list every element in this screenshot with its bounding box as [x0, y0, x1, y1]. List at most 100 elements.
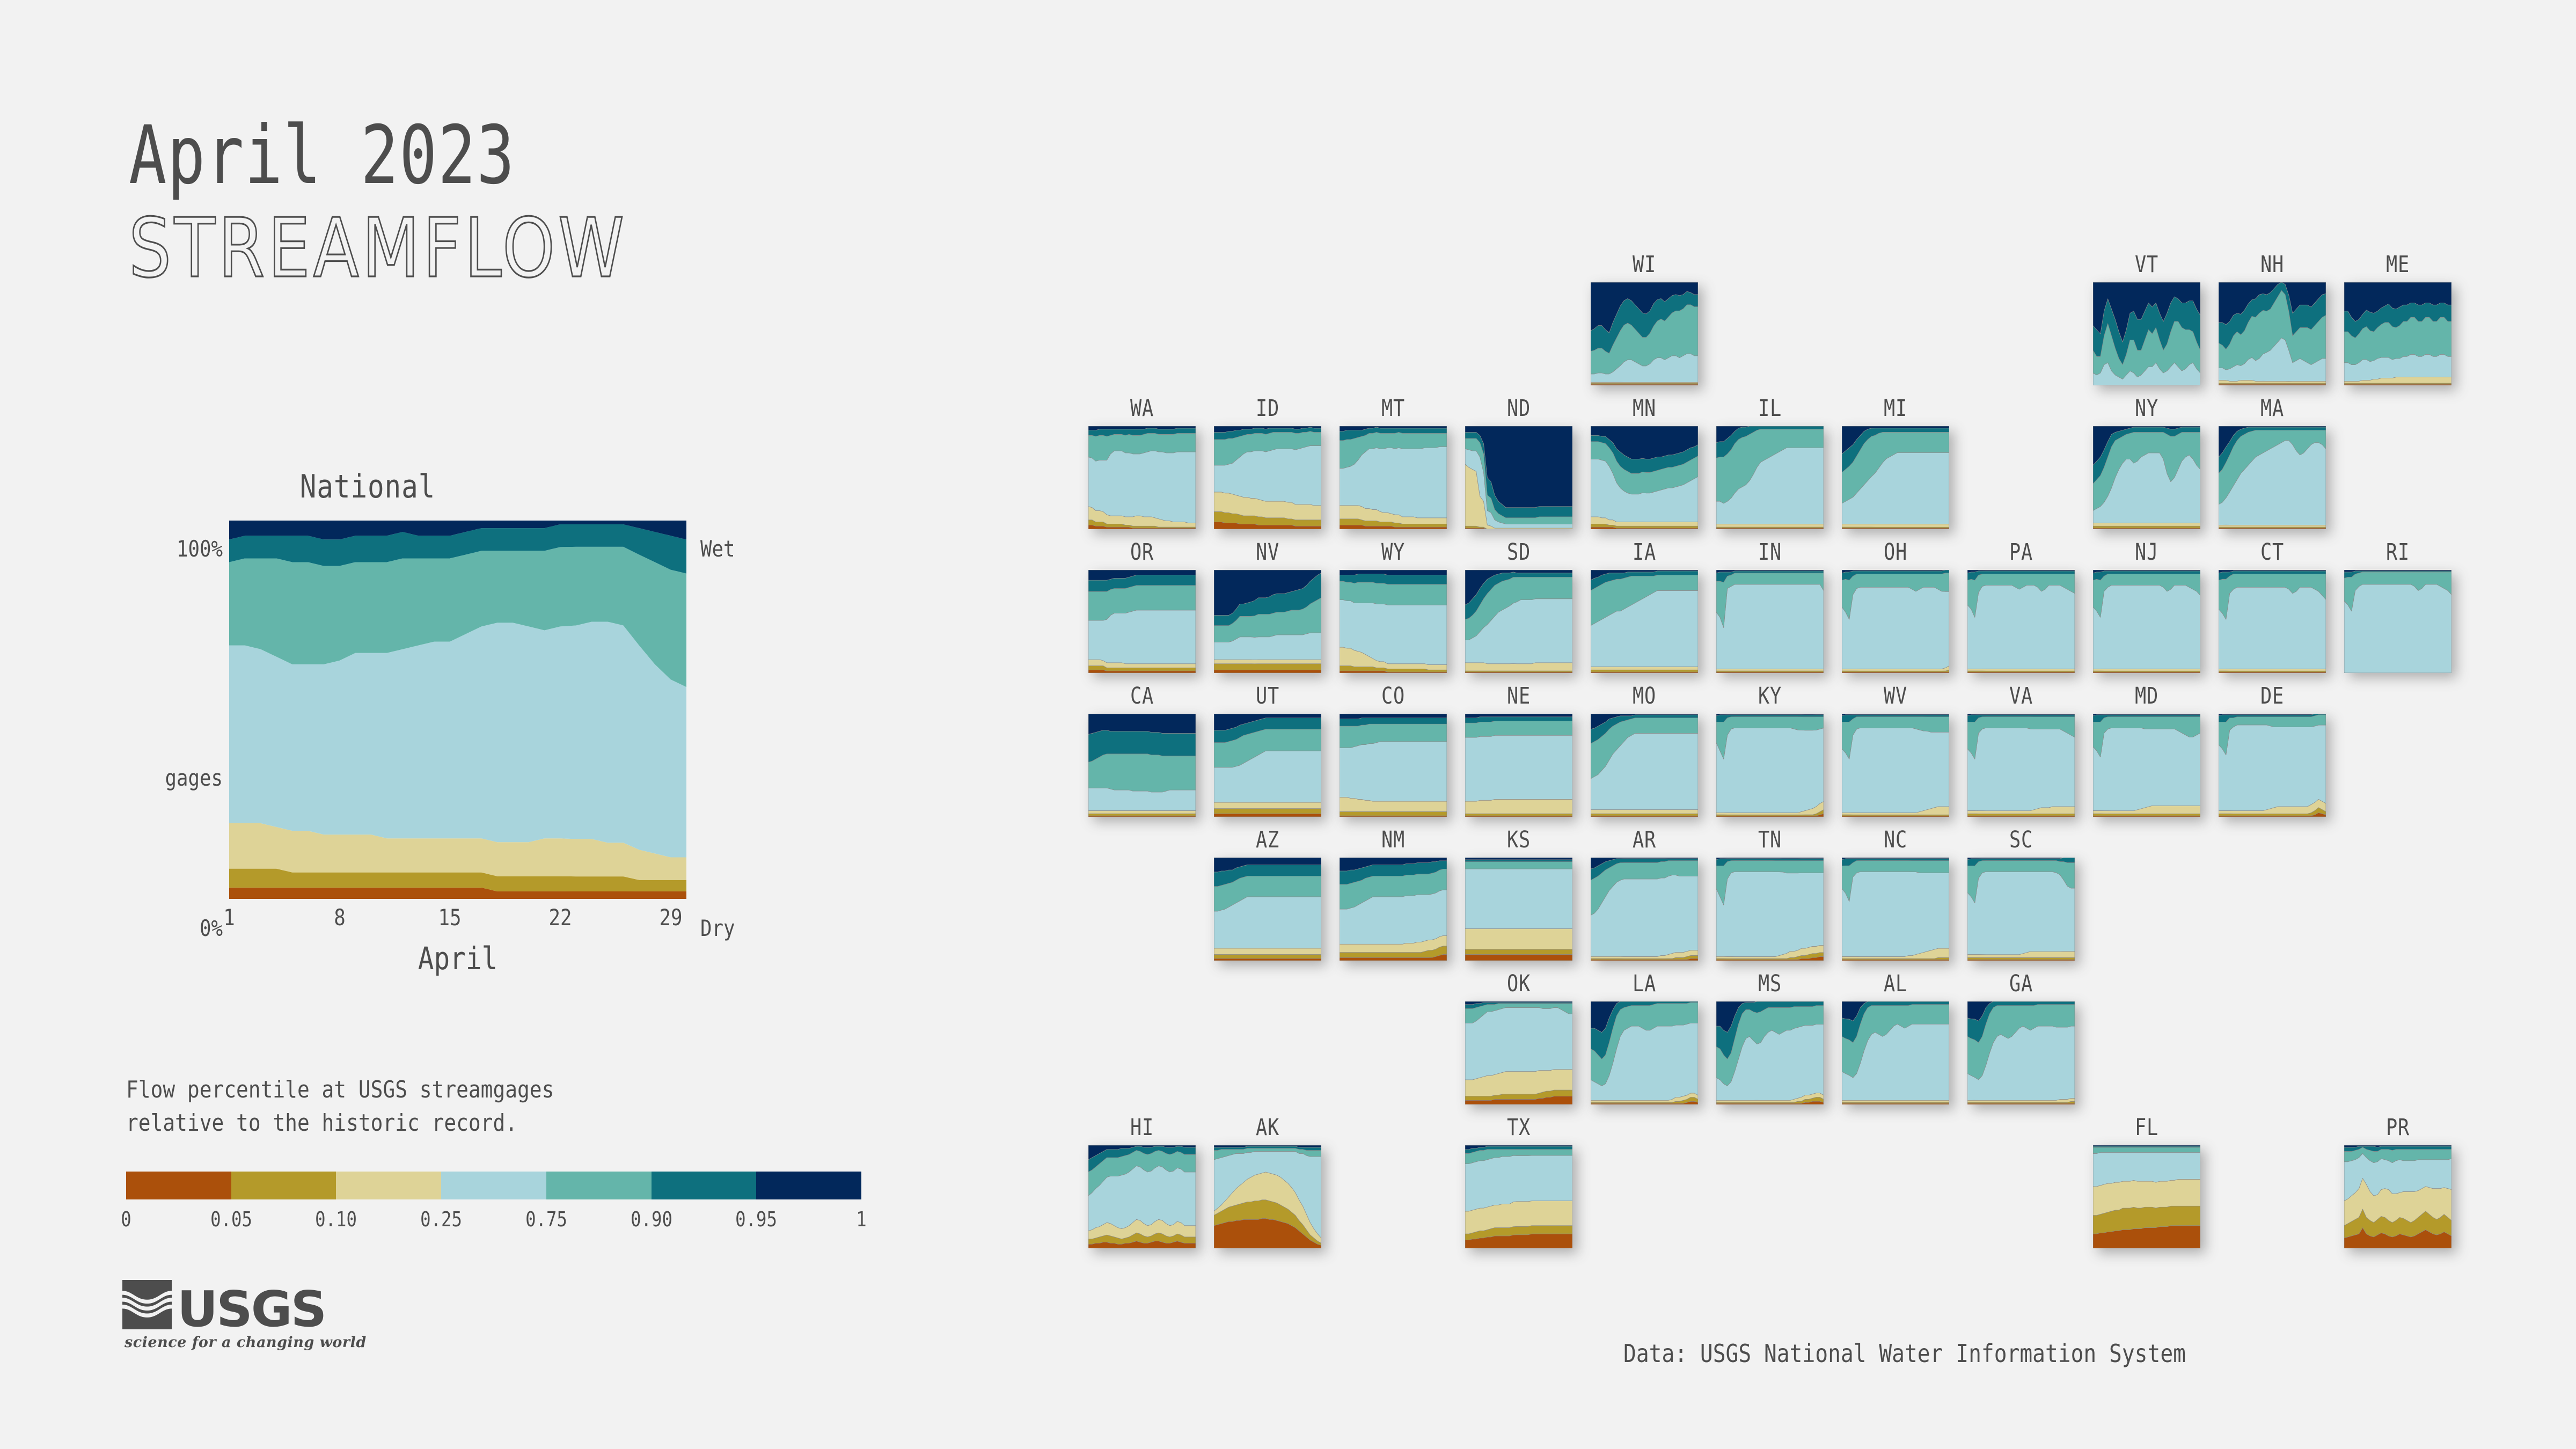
state-tile-fl[interactable]: FL — [2093, 1114, 2200, 1248]
state-tile-label-hi: HI — [1130, 1114, 1154, 1141]
state-tile-tx[interactable]: TX — [1465, 1114, 1572, 1248]
state-tile-chart-mo — [1591, 714, 1698, 817]
state-tile-label-wi: WI — [1632, 251, 1657, 278]
state-tile-label-co: CO — [1381, 683, 1406, 709]
state-tile-label-nv: NV — [1255, 539, 1280, 566]
state-tile-label-pa: PA — [2009, 539, 2033, 566]
state-tile-or[interactable]: OR — [1088, 539, 1196, 673]
state-tile-label-id: ID — [1255, 395, 1280, 422]
state-tile-chart-ok — [1465, 1001, 1572, 1104]
state-tile-co[interactable]: CO — [1340, 683, 1447, 817]
state-tile-chart-mn — [1591, 426, 1698, 529]
state-tile-sc[interactable]: SC — [1967, 826, 2075, 961]
state-tile-de[interactable]: DE — [2219, 683, 2326, 817]
state-tile-wy[interactable]: WY — [1340, 539, 1447, 673]
state-tile-ok[interactable]: OK — [1465, 970, 1572, 1104]
state-tile-chart-mt — [1340, 426, 1447, 529]
state-tile-ma[interactable]: MA — [2219, 395, 2326, 529]
state-tile-wa[interactable]: WA — [1088, 395, 1196, 529]
state-tile-il[interactable]: IL — [1716, 395, 1824, 529]
state-tile-label-ga: GA — [2009, 970, 2033, 997]
state-tile-pa[interactable]: PA — [1967, 539, 2075, 673]
state-tile-label-la: LA — [1632, 970, 1657, 997]
state-tile-label-va: VA — [2009, 683, 2033, 709]
state-tile-chart-ny — [2093, 426, 2200, 529]
state-tile-nm[interactable]: NM — [1340, 826, 1447, 961]
state-tile-vt[interactable]: VT — [2093, 251, 2200, 385]
state-tile-chart-ia — [1591, 570, 1698, 673]
state-tile-nj[interactable]: NJ — [2093, 539, 2200, 673]
state-tile-nc[interactable]: NC — [1842, 826, 1949, 961]
state-tile-chart-md — [2093, 714, 2200, 817]
state-tile-tn[interactable]: TN — [1716, 826, 1824, 961]
state-tile-ms[interactable]: MS — [1716, 970, 1824, 1104]
state-tile-chart-sc — [1967, 858, 2075, 961]
state-tile-ia[interactable]: IA — [1591, 539, 1698, 673]
state-tile-label-ks: KS — [1506, 826, 1531, 853]
state-tile-ne[interactable]: NE — [1465, 683, 1572, 817]
state-tile-label-wy: WY — [1381, 539, 1406, 566]
state-tile-label-ri: RI — [2385, 539, 2410, 566]
state-tile-chart-az — [1214, 858, 1321, 961]
state-tile-label-de: DE — [2260, 683, 2285, 709]
state-tile-ny[interactable]: NY — [2093, 395, 2200, 529]
state-tile-chart-va — [1967, 714, 2075, 817]
state-tile-label-oh: OH — [1883, 539, 1908, 566]
state-tile-chart-wy — [1340, 570, 1447, 673]
state-tile-id[interactable]: ID — [1214, 395, 1321, 529]
state-tile-ak[interactable]: AK — [1214, 1114, 1321, 1248]
state-tile-chart-nd — [1465, 426, 1572, 529]
state-tile-wi[interactable]: WI — [1591, 251, 1698, 385]
state-tile-chart-pa — [1967, 570, 2075, 673]
state-tile-ky[interactable]: KY — [1716, 683, 1824, 817]
state-tile-me[interactable]: ME — [2344, 251, 2451, 385]
state-tile-ri[interactable]: RI — [2344, 539, 2451, 673]
state-tile-nv[interactable]: NV — [1214, 539, 1321, 673]
state-tile-label-ar: AR — [1632, 826, 1657, 853]
state-tile-mt[interactable]: MT — [1340, 395, 1447, 529]
state-tile-ks[interactable]: KS — [1465, 826, 1572, 961]
state-tile-chart-mi — [1842, 426, 1949, 529]
state-tile-mo[interactable]: MO — [1591, 683, 1698, 817]
state-tile-hi[interactable]: HI — [1088, 1114, 1196, 1248]
state-tile-chart-ms — [1716, 1001, 1824, 1104]
state-tile-md[interactable]: MD — [2093, 683, 2200, 817]
state-tile-chart-me — [2344, 282, 2451, 385]
state-tile-wv[interactable]: WV — [1842, 683, 1949, 817]
state-tile-chart-wv — [1842, 714, 1949, 817]
state-tile-ca[interactable]: CA — [1088, 683, 1196, 817]
state-tile-ct[interactable]: CT — [2219, 539, 2326, 673]
state-tile-label-nd: ND — [1506, 395, 1531, 422]
state-tile-label-al: AL — [1883, 970, 1908, 997]
state-tile-ga[interactable]: GA — [1967, 970, 2075, 1104]
state-tile-oh[interactable]: OH — [1842, 539, 1949, 673]
state-tile-chart-ks — [1465, 858, 1572, 961]
state-tile-label-mo: MO — [1632, 683, 1657, 709]
state-tile-nh[interactable]: NH — [2219, 251, 2326, 385]
state-tile-chart-la — [1591, 1001, 1698, 1104]
state-tile-chart-nj — [2093, 570, 2200, 673]
state-tile-chart-ma — [2219, 426, 2326, 529]
state-tile-chart-nc — [1842, 858, 1949, 961]
state-tile-ar[interactable]: AR — [1591, 826, 1698, 961]
state-tile-al[interactable]: AL — [1842, 970, 1949, 1104]
state-tile-pr[interactable]: PR — [2344, 1114, 2451, 1248]
state-tile-mi[interactable]: MI — [1842, 395, 1949, 529]
state-tile-chart-ar — [1591, 858, 1698, 961]
state-tile-az[interactable]: AZ — [1214, 826, 1321, 961]
state-tile-mn[interactable]: MN — [1591, 395, 1698, 529]
state-tile-label-or: OR — [1130, 539, 1154, 566]
state-tile-ut[interactable]: UT — [1214, 683, 1321, 817]
state-tile-label-pr: PR — [2385, 1114, 2410, 1141]
state-tile-chart-ne — [1465, 714, 1572, 817]
state-tile-in[interactable]: IN — [1716, 539, 1824, 673]
state-tile-chart-fl — [2093, 1145, 2200, 1248]
state-tile-chart-co — [1340, 714, 1447, 817]
state-tile-label-in: IN — [1758, 539, 1782, 566]
state-tile-va[interactable]: VA — [1967, 683, 2075, 817]
state-tile-nd[interactable]: ND — [1465, 395, 1572, 529]
state-tile-label-ak: AK — [1255, 1114, 1280, 1141]
state-tile-la[interactable]: LA — [1591, 970, 1698, 1104]
state-tile-sd[interactable]: SD — [1465, 539, 1572, 673]
state-tile-label-vt: VT — [2134, 251, 2159, 278]
